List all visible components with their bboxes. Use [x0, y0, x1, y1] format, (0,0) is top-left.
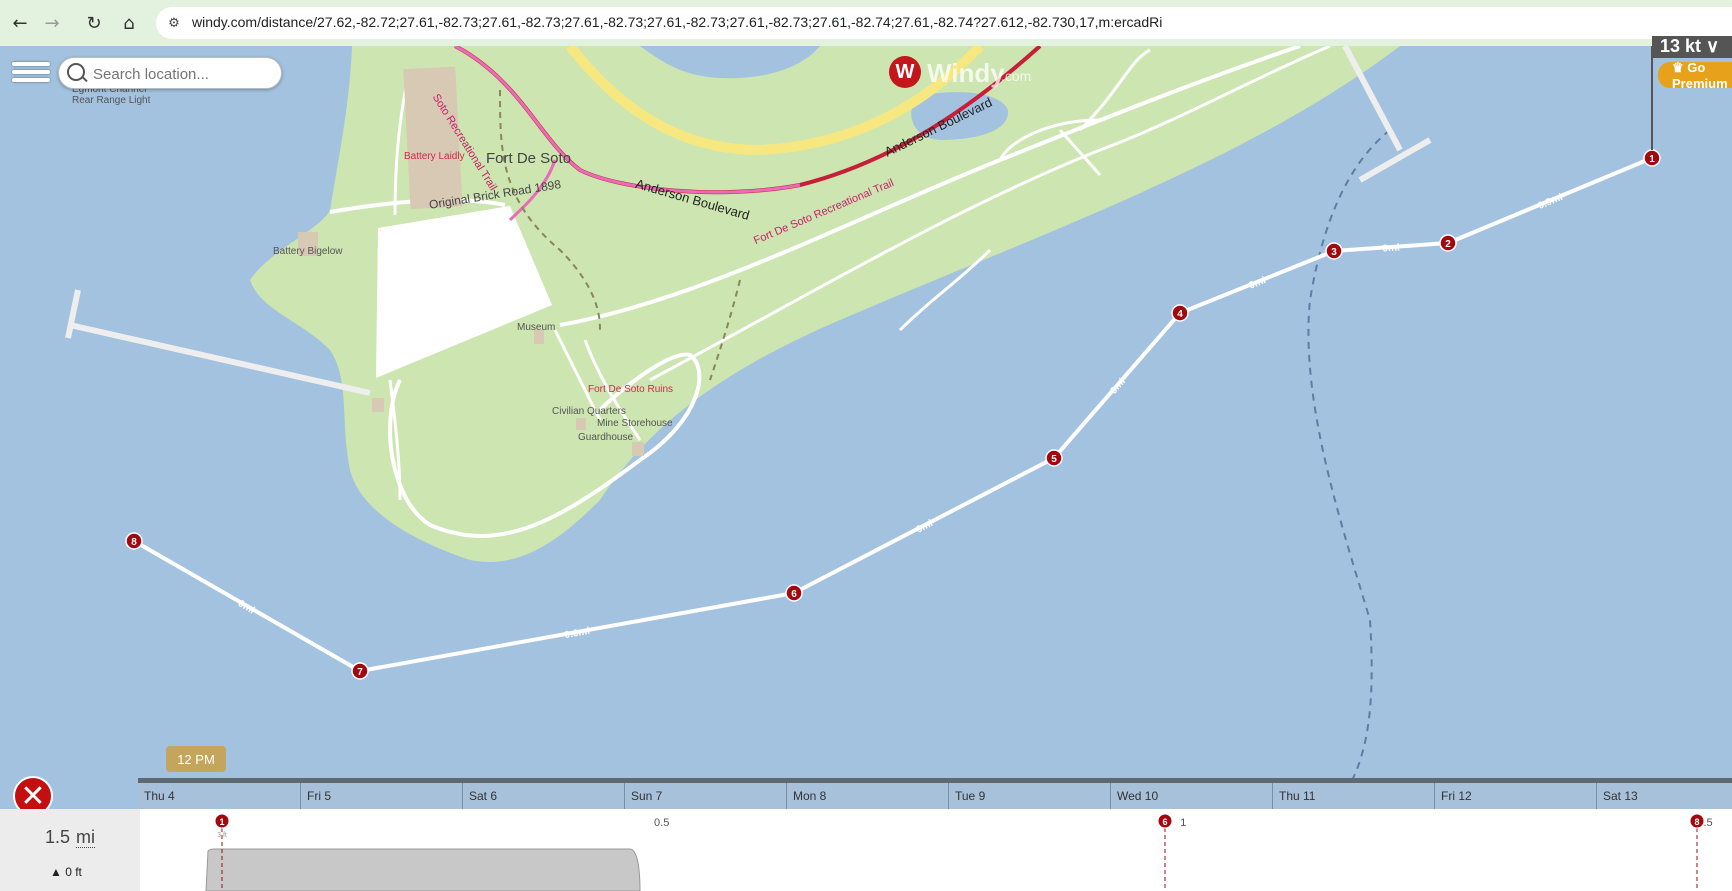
svg-text:2: 2: [1445, 239, 1451, 250]
label-civilian: Civilian Quarters: [552, 406, 626, 417]
route-point-2[interactable]: 2: [1439, 234, 1457, 252]
day-tue-9[interactable]: Tue 9: [948, 783, 1110, 809]
building-3: [372, 398, 384, 412]
route-point-4[interactable]: 4: [1171, 304, 1189, 322]
forward-icon[interactable]: →: [40, 11, 64, 35]
search-box[interactable]: [58, 57, 282, 89]
route-point-3[interactable]: 3: [1325, 242, 1343, 260]
elevation-text: 0 ft: [65, 865, 82, 879]
reload-icon[interactable]: ↻: [82, 11, 106, 35]
elevation-chart[interactable]: 0.5 1 1.51 6 83 ft: [140, 809, 1732, 891]
distance-unit[interactable]: mi: [76, 827, 96, 848]
elevation-axis-tick: 1: [1180, 817, 1186, 829]
day-mon-8[interactable]: Mon 8: [786, 783, 948, 809]
home-icon[interactable]: ⌂: [117, 11, 141, 35]
back-icon[interactable]: ←: [8, 11, 32, 35]
route-point-1[interactable]: 1: [1643, 149, 1661, 167]
go-premium-button[interactable]: ♛ Go Premium: [1658, 60, 1732, 91]
svg-text:3: 3: [1331, 247, 1337, 258]
distance-summary: 1.5 mi ▲ 0 ft: [0, 809, 140, 891]
svg-text:6: 6: [791, 589, 797, 600]
elevation-profile: [205, 848, 641, 891]
segment-distance-label: 0.9mi: [1537, 192, 1565, 212]
svg-text:5: 5: [1051, 454, 1057, 465]
map-canvas[interactable]: 0.9mi 0mi 0mi 0mi 0mi 0.6mi 0mi 1 2 3 4 5 6 7 8 Egmont…: [0, 46, 1732, 891]
elevation-marker-8[interactable]: 8: [1689, 813, 1705, 829]
elevation-marker-1[interactable]: 1: [214, 813, 230, 829]
search-icon: [67, 63, 85, 81]
day-sun-7[interactable]: Sun 7: [624, 783, 786, 809]
day-wed-10[interactable]: Wed 10: [1110, 783, 1272, 809]
address-bar[interactable]: ⚙ windy.com/distance/27.62,-82.72;27.61,…: [156, 7, 1732, 39]
pier-left-end: [65, 289, 81, 339]
windy-logo-suffix: .com: [1001, 68, 1032, 84]
day-thu-4[interactable]: Thu 4: [138, 783, 300, 809]
label-egmont-2: Rear Range Light: [72, 95, 151, 106]
segment-distance-label: 0.6mi: [564, 626, 591, 641]
label-museum: Museum: [517, 322, 556, 333]
label-fort-de-soto: Fort De Soto: [486, 150, 572, 167]
svg-text:8: 8: [131, 537, 137, 548]
search-input[interactable]: [91, 62, 275, 86]
pier-right: [1342, 46, 1432, 183]
label-ruins: Fort De Soto Ruins: [588, 384, 674, 395]
building-5: [576, 418, 586, 430]
total-distance: 1.5 mi: [45, 827, 96, 848]
site-info-icon[interactable]: ⚙: [164, 13, 184, 33]
label-battery-bigelow: Battery Bigelow: [273, 246, 343, 257]
url-text[interactable]: windy.com/distance/27.62,-82.72;27.61,-8…: [192, 14, 1162, 30]
elevation-axis-tick: 0.5: [654, 817, 669, 829]
day-fri-5[interactable]: Fri 5: [300, 783, 462, 809]
building-6: [632, 442, 644, 456]
wind-speed-box[interactable]: 13 kt ∨: [1652, 36, 1732, 58]
map-base: 0.9mi0mi0mi0mi0mi0.6mi0mi12345678: [65, 46, 1661, 801]
day-sat-13[interactable]: Sat 13: [1596, 783, 1732, 809]
svg-text:6: 6: [1162, 817, 1167, 827]
svg-text:4: 4: [1177, 309, 1183, 320]
day-fri-12[interactable]: Fri 12: [1434, 783, 1596, 809]
hamburger-menu-icon[interactable]: [12, 58, 50, 90]
route-point-7[interactable]: 7: [351, 662, 369, 680]
timeline-days[interactable]: Thu 4 Fri 5 Sat 6 Sun 7 Mon 8 Tue 9 Wed 10 Thu …: [138, 783, 1732, 809]
elevation-marker-1-sub: 3 ft: [217, 832, 227, 839]
windy-logo-text: Windy: [927, 58, 1005, 88]
browser-toolbar: ← → ↻ ⌂ ⚙ windy.com/distance/27.62,-82.7…: [0, 0, 1732, 46]
svg-text:7: 7: [357, 667, 363, 678]
svg-text:1: 1: [1649, 154, 1655, 165]
route-point-8[interactable]: 8: [125, 532, 143, 550]
route-point-5[interactable]: 5: [1045, 449, 1063, 467]
windy-logo-icon: W: [889, 56, 921, 88]
day-thu-11[interactable]: Thu 11: [1272, 783, 1434, 809]
day-sat-6[interactable]: Sat 6: [462, 783, 624, 809]
svg-text:8: 8: [1694, 817, 1699, 827]
route-point-6[interactable]: 6: [785, 584, 803, 602]
channel-line: [1307, 129, 1391, 801]
label-guardhouse: Guardhouse: [578, 432, 634, 443]
elevation-value: ▲ 0 ft: [50, 865, 82, 879]
label-mine: Mine Storehouse: [597, 418, 673, 429]
total-distance-value: 1.5: [45, 827, 71, 847]
elevation-marker-6[interactable]: 6: [1157, 813, 1173, 829]
current-time-bubble[interactable]: 12 PM: [166, 746, 226, 772]
segment-distance-label: 0mi: [1382, 242, 1400, 254]
svg-text:1: 1: [219, 817, 224, 827]
segment-distance-label: 0mi: [236, 598, 257, 616]
label-battery-laidly: Battery Laidly: [404, 151, 465, 162]
